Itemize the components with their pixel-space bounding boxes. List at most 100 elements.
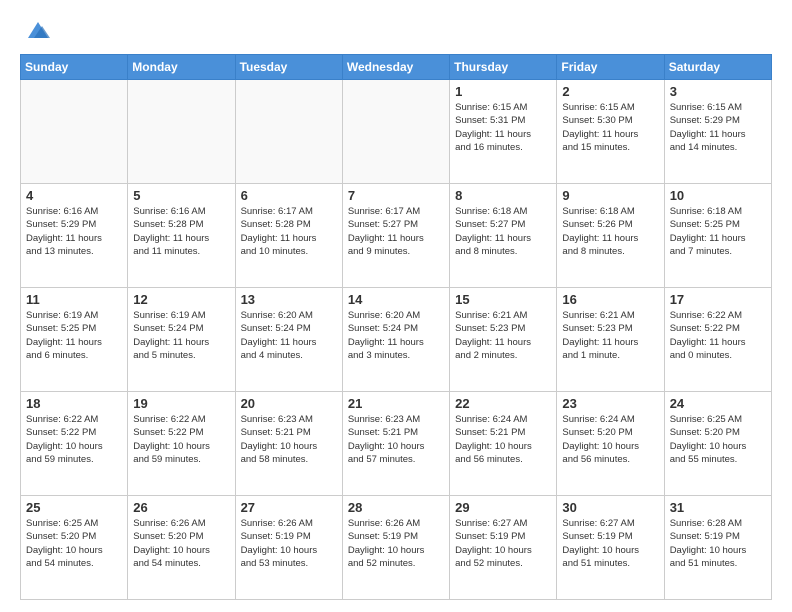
calendar-cell: 12 Sunrise: 6:19 AMSunset: 5:24 PMDayligh…: [128, 288, 235, 392]
day-number: 11: [26, 292, 122, 307]
day-number: 1: [455, 84, 551, 99]
calendar-cell: 30 Sunrise: 6:27 AMSunset: 5:19 PMDayligh…: [557, 496, 664, 600]
day-info: Sunrise: 6:25 AMSunset: 5:20 PMDaylight:…: [26, 517, 122, 570]
calendar-cell: 4Sunrise: 6:16 AMSunset: 5:29 PMDaylight…: [21, 184, 128, 288]
weekday-header-monday: Monday: [128, 55, 235, 80]
day-number: 3: [670, 84, 766, 99]
day-info: Sunrise: 6:26 AMSunset: 5:19 PMDaylight:…: [348, 517, 444, 570]
day-number: 17: [670, 292, 766, 307]
day-info: Sunrise: 6:18 AMSunset: 5:26 PMDaylight:…: [562, 205, 658, 258]
day-number: 21: [348, 396, 444, 411]
weekday-header-row: SundayMondayTuesdayWednesdayThursdayFrid…: [21, 55, 772, 80]
day-number: 27: [241, 500, 337, 515]
day-number: 13: [241, 292, 337, 307]
calendar-cell: 10 Sunrise: 6:18 AMSunset: 5:25 PMDayligh…: [664, 184, 771, 288]
calendar-cell: 9 Sunrise: 6:18 AMSunset: 5:26 PMDaylight…: [557, 184, 664, 288]
day-info: Sunrise: 6:16 AMSunset: 5:29 PMDaylight:…: [26, 205, 122, 258]
day-info: Sunrise: 6:26 AMSunset: 5:20 PMDaylight:…: [133, 517, 229, 570]
day-info: Sunrise: 6:27 AMSunset: 5:19 PMDaylight:…: [455, 517, 551, 570]
weekday-header-wednesday: Wednesday: [342, 55, 449, 80]
calendar-cell: [128, 80, 235, 184]
day-number: 12: [133, 292, 229, 307]
calendar-cell: 16Sunrise: 6:21 AMSunset: 5:23 PMDayligh…: [557, 288, 664, 392]
calendar-cell: 27 Sunrise: 6:26 AMSunset: 5:19 PMDayligh…: [235, 496, 342, 600]
calendar-cell: 3 Sunrise: 6:15 AMSunset: 5:29 PMDaylight…: [664, 80, 771, 184]
calendar-cell: 24Sunrise: 6:25 AMSunset: 5:20 PMDayligh…: [664, 392, 771, 496]
day-info: Sunrise: 6:24 AMSunset: 5:21 PMDaylight:…: [455, 413, 551, 466]
week-row-1: 1 Sunrise: 6:15 AMSunset: 5:31 PMDaylight…: [21, 80, 772, 184]
day-info: Sunrise: 6:20 AMSunset: 5:24 PMDaylight:…: [241, 309, 337, 362]
calendar-cell: 29 Sunrise: 6:27 AMSunset: 5:19 PMDayligh…: [450, 496, 557, 600]
day-info: Sunrise: 6:21 AMSunset: 5:23 PMDaylight:…: [562, 309, 658, 362]
logo-icon: [24, 16, 52, 44]
day-number: 6: [241, 188, 337, 203]
calendar-cell: [235, 80, 342, 184]
day-number: 19: [133, 396, 229, 411]
weekday-header-saturday: Saturday: [664, 55, 771, 80]
day-info: Sunrise: 6:22 AMSunset: 5:22 PMDaylight:…: [670, 309, 766, 362]
week-row-5: 25 Sunrise: 6:25 AMSunset: 5:20 PMDayligh…: [21, 496, 772, 600]
day-number: 10: [670, 188, 766, 203]
day-info: Sunrise: 6:23 AMSunset: 5:21 PMDaylight:…: [241, 413, 337, 466]
day-number: 15: [455, 292, 551, 307]
logo: [20, 16, 52, 44]
day-number: 31: [670, 500, 766, 515]
calendar-cell: 13 Sunrise: 6:20 AMSunset: 5:24 PMDayligh…: [235, 288, 342, 392]
calendar-cell: 15 Sunrise: 6:21 AMSunset: 5:23 PMDayligh…: [450, 288, 557, 392]
day-number: 30: [562, 500, 658, 515]
day-info: Sunrise: 6:15 AMSunset: 5:29 PMDaylight:…: [670, 101, 766, 154]
calendar-cell: 20Sunrise: 6:23 AMSunset: 5:21 PMDayligh…: [235, 392, 342, 496]
day-number: 28: [348, 500, 444, 515]
day-number: 14: [348, 292, 444, 307]
day-info: Sunrise: 6:19 AMSunset: 5:24 PMDaylight:…: [133, 309, 229, 362]
day-info: Sunrise: 6:28 AMSunset: 5:19 PMDaylight:…: [670, 517, 766, 570]
day-info: Sunrise: 6:15 AMSunset: 5:30 PMDaylight:…: [562, 101, 658, 154]
day-info: Sunrise: 6:18 AMSunset: 5:25 PMDaylight:…: [670, 205, 766, 258]
calendar-cell: 2 Sunrise: 6:15 AMSunset: 5:30 PMDaylight…: [557, 80, 664, 184]
day-info: Sunrise: 6:17 AMSunset: 5:28 PMDaylight:…: [241, 205, 337, 258]
calendar-cell: 7Sunrise: 6:17 AMSunset: 5:27 PMDaylight…: [342, 184, 449, 288]
day-info: Sunrise: 6:22 AMSunset: 5:22 PMDaylight:…: [133, 413, 229, 466]
day-number: 23: [562, 396, 658, 411]
calendar-cell: 26 Sunrise: 6:26 AMSunset: 5:20 PMDayligh…: [128, 496, 235, 600]
calendar-cell: 14 Sunrise: 6:20 AMSunset: 5:24 PMDayligh…: [342, 288, 449, 392]
calendar-cell: 17 Sunrise: 6:22 AMSunset: 5:22 PMDayligh…: [664, 288, 771, 392]
day-info: Sunrise: 6:26 AMSunset: 5:19 PMDaylight:…: [241, 517, 337, 570]
weekday-header-sunday: Sunday: [21, 55, 128, 80]
calendar-cell: 18Sunrise: 6:22 AMSunset: 5:22 PMDayligh…: [21, 392, 128, 496]
calendar-cell: 6 Sunrise: 6:17 AMSunset: 5:28 PMDaylight…: [235, 184, 342, 288]
day-number: 7: [348, 188, 444, 203]
day-info: Sunrise: 6:25 AMSunset: 5:20 PMDaylight:…: [670, 413, 766, 466]
day-number: 2: [562, 84, 658, 99]
day-info: Sunrise: 6:23 AMSunset: 5:21 PMDaylight:…: [348, 413, 444, 466]
calendar-cell: 23 Sunrise: 6:24 AMSunset: 5:20 PMDayligh…: [557, 392, 664, 496]
calendar-cell: 28 Sunrise: 6:26 AMSunset: 5:19 PMDayligh…: [342, 496, 449, 600]
calendar-cell: 19 Sunrise: 6:22 AMSunset: 5:22 PMDayligh…: [128, 392, 235, 496]
calendar-cell: 5 Sunrise: 6:16 AMSunset: 5:28 PMDaylight…: [128, 184, 235, 288]
calendar-cell: 1 Sunrise: 6:15 AMSunset: 5:31 PMDaylight…: [450, 80, 557, 184]
day-number: 25: [26, 500, 122, 515]
day-number: 22: [455, 396, 551, 411]
day-number: 26: [133, 500, 229, 515]
weekday-header-friday: Friday: [557, 55, 664, 80]
day-number: 29: [455, 500, 551, 515]
weekday-header-thursday: Thursday: [450, 55, 557, 80]
day-info: Sunrise: 6:19 AMSunset: 5:25 PMDaylight:…: [26, 309, 122, 362]
page: SundayMondayTuesdayWednesdayThursdayFrid…: [0, 0, 792, 612]
day-info: Sunrise: 6:20 AMSunset: 5:24 PMDaylight:…: [348, 309, 444, 362]
day-info: Sunrise: 6:21 AMSunset: 5:23 PMDaylight:…: [455, 309, 551, 362]
week-row-2: 4Sunrise: 6:16 AMSunset: 5:29 PMDaylight…: [21, 184, 772, 288]
week-row-3: 11 Sunrise: 6:19 AMSunset: 5:25 PMDayligh…: [21, 288, 772, 392]
day-number: 9: [562, 188, 658, 203]
day-number: 18: [26, 396, 122, 411]
calendar-cell: 8Sunrise: 6:18 AMSunset: 5:27 PMDaylight…: [450, 184, 557, 288]
day-info: Sunrise: 6:16 AMSunset: 5:28 PMDaylight:…: [133, 205, 229, 258]
header: [20, 16, 772, 44]
day-info: Sunrise: 6:15 AMSunset: 5:31 PMDaylight:…: [455, 101, 551, 154]
day-info: Sunrise: 6:18 AMSunset: 5:27 PMDaylight:…: [455, 205, 551, 258]
calendar-cell: 22 Sunrise: 6:24 AMSunset: 5:21 PMDayligh…: [450, 392, 557, 496]
day-info: Sunrise: 6:24 AMSunset: 5:20 PMDaylight:…: [562, 413, 658, 466]
day-info: Sunrise: 6:27 AMSunset: 5:19 PMDaylight:…: [562, 517, 658, 570]
day-number: 5: [133, 188, 229, 203]
calendar-table: SundayMondayTuesdayWednesdayThursdayFrid…: [20, 54, 772, 600]
